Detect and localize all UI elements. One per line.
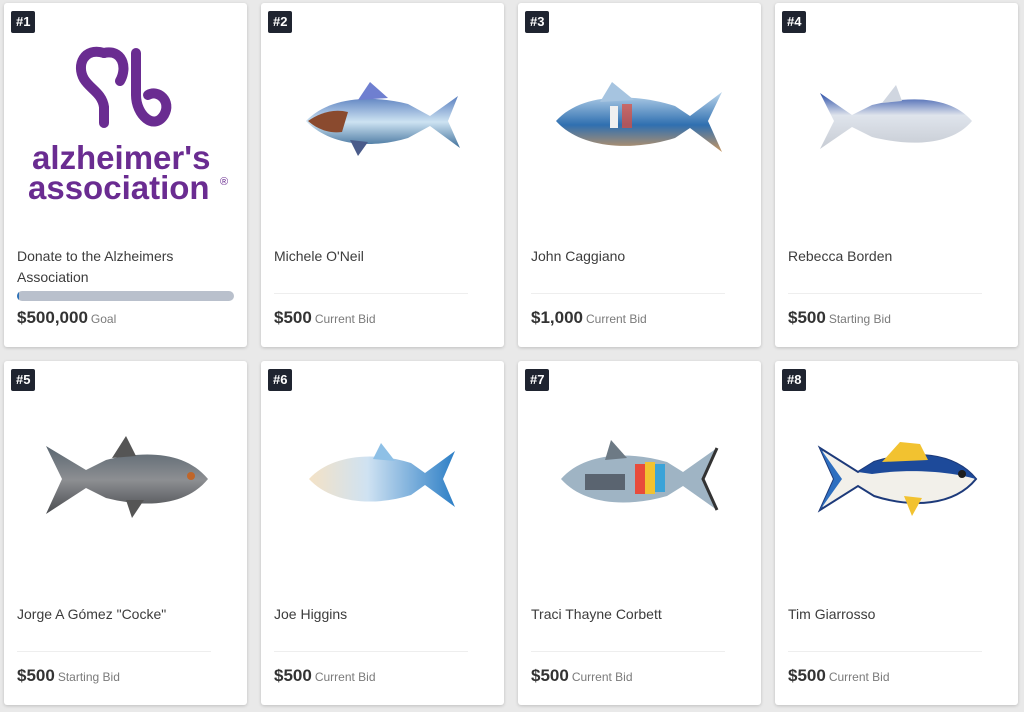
- price-amount: $500,000: [17, 308, 88, 327]
- price-label: Starting Bid: [57, 670, 120, 684]
- item-image[interactable]: [261, 361, 504, 596]
- auction-card-7[interactable]: #7 Traci Thayne Corbett $500 Current Bid: [518, 361, 761, 705]
- item-title[interactable]: John Caggiano: [531, 246, 748, 267]
- auction-card-2[interactable]: #2 Michele O'Neil $500 Current Bid: [261, 3, 504, 347]
- price-amount: $1,000: [531, 308, 583, 327]
- price-label: Current Bid: [314, 670, 376, 684]
- goal-progress-bar: [17, 291, 234, 301]
- item-title[interactable]: Traci Thayne Corbett: [531, 604, 748, 625]
- tuna-artwork-dock-icon: [555, 81, 722, 152]
- tuna-artwork-mosaic-icon: [45, 435, 208, 518]
- price-amount: $500: [17, 666, 55, 685]
- tuna-artwork-ocean-icon: [305, 81, 460, 156]
- price-label: Starting Bid: [828, 312, 891, 326]
- auction-card-3[interactable]: #3 John Caggiano $1,000 Current Bid: [518, 3, 761, 347]
- price-label: Current Bid: [586, 312, 647, 326]
- item-price: $500 Current Bid: [531, 666, 633, 686]
- item-image[interactable]: [4, 361, 247, 596]
- item-price: $500 Current Bid: [274, 666, 376, 686]
- logo-registered-mark: ®: [220, 176, 228, 188]
- price-label: Current Bid: [314, 312, 376, 326]
- goal-progress-fill: [17, 291, 20, 301]
- divider: [531, 651, 725, 652]
- item-title[interactable]: Michele O'Neil: [274, 246, 491, 267]
- item-image[interactable]: [775, 3, 1018, 238]
- divider: [274, 651, 468, 652]
- tuna-artwork-silver-icon: [819, 84, 972, 149]
- item-price: $500 Current Bid: [274, 308, 376, 328]
- tuna-artwork-blue-icon: [308, 442, 455, 507]
- item-title[interactable]: Rebecca Borden: [788, 246, 1005, 267]
- item-image[interactable]: [261, 3, 504, 238]
- item-number-badge: #7: [525, 369, 550, 391]
- tuna-artwork-yellowfin-icon: [817, 441, 977, 516]
- item-price: $500 Starting Bid: [788, 308, 891, 328]
- logo-text-association: association: [28, 169, 210, 205]
- divider: [788, 293, 982, 294]
- item-number-badge: #6: [268, 369, 293, 391]
- item-number-badge: #2: [268, 11, 293, 33]
- price-amount: $500: [788, 308, 826, 327]
- item-price: $500 Current Bid: [788, 666, 890, 686]
- item-image[interactable]: [518, 3, 761, 238]
- divider: [17, 651, 211, 652]
- item-number-badge: #4: [782, 11, 807, 33]
- price-amount: $500: [274, 666, 312, 685]
- price-label: Current Bid: [571, 670, 633, 684]
- item-price: $500 Starting Bid: [17, 666, 120, 686]
- item-title[interactable]: Tim Giarrosso: [788, 604, 1005, 625]
- divider: [788, 651, 982, 652]
- auction-card-4[interactable]: #4 Rebecca Borden $500 Starting Bid: [775, 3, 1018, 347]
- auction-card-5[interactable]: #5 Jorge A Gómez "Cocke" $500 Starting Bi…: [4, 361, 247, 705]
- price-amount: $500: [531, 666, 569, 685]
- item-price: $1,000 Current Bid: [531, 308, 647, 328]
- item-number-badge: #8: [782, 369, 807, 391]
- item-title[interactable]: Jorge A Gómez "Cocke": [17, 604, 234, 625]
- price-label: Current Bid: [828, 670, 890, 684]
- item-title[interactable]: Donate to the Alzheimers Association: [17, 246, 234, 288]
- item-price: $500,000 Goal: [17, 308, 116, 328]
- price-amount: $500: [788, 666, 826, 685]
- auction-grid: alzheimer's association ® #1 Donate to t…: [4, 3, 1018, 705]
- alzheimers-association-logo: alzheimer's association ®: [28, 46, 228, 205]
- auction-card-6[interactable]: #6 Joe Higgins $500 Current Bid: [261, 361, 504, 705]
- alz-logo-area: alzheimer's association ®: [4, 3, 247, 238]
- divider: [274, 293, 468, 294]
- item-number-badge: #1: [11, 11, 36, 33]
- tuna-artwork-street-icon: [560, 439, 718, 511]
- price-amount: $500: [274, 308, 312, 327]
- item-image[interactable]: [775, 361, 1018, 596]
- item-image[interactable]: [518, 361, 761, 596]
- divider: [531, 293, 725, 294]
- item-number-badge: #5: [11, 369, 36, 391]
- auction-card-1[interactable]: alzheimer's association ® #1 Donate to t…: [4, 3, 247, 347]
- item-title[interactable]: Joe Higgins: [274, 604, 491, 625]
- price-label: Goal: [90, 312, 117, 326]
- item-number-badge: #3: [525, 11, 550, 33]
- auction-card-8[interactable]: #8 Tim Giarrosso $500 Current Bid: [775, 361, 1018, 705]
